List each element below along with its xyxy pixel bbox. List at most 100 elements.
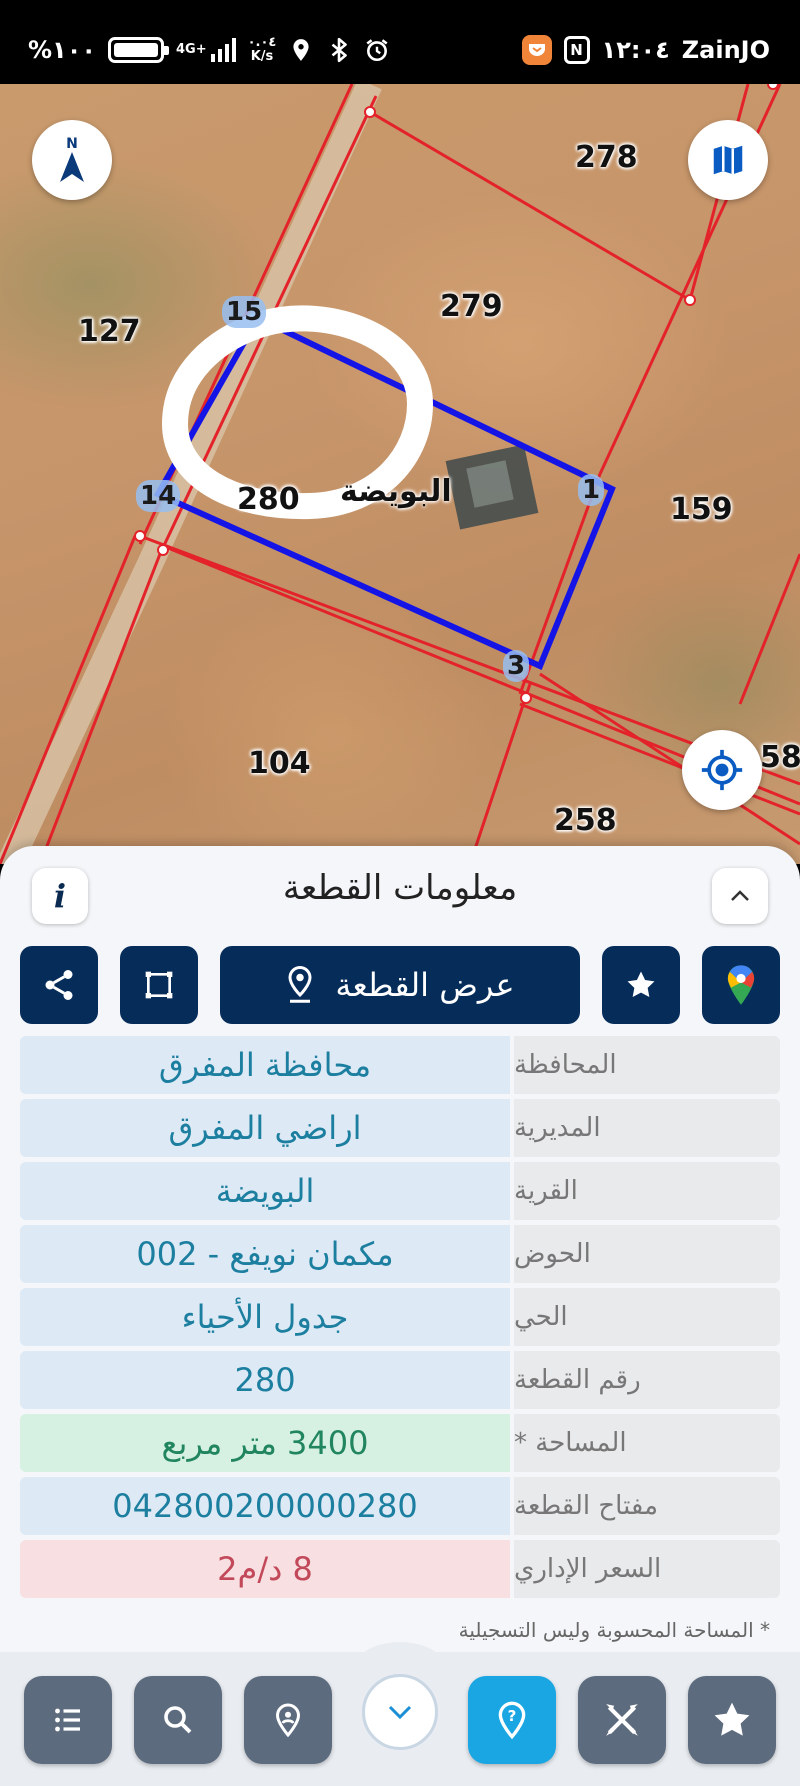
row-label: الحوض bbox=[514, 1225, 780, 1283]
help-button[interactable]: ? bbox=[468, 1676, 556, 1764]
row-value: 042800200000280 bbox=[20, 1477, 510, 1535]
pin-search-icon bbox=[275, 1703, 301, 1738]
battery-icon bbox=[108, 37, 169, 63]
action-row: عرض القطعة bbox=[0, 946, 800, 1026]
parcel-number[interactable]: 278 bbox=[575, 140, 638, 175]
vertex-label: 14 bbox=[136, 480, 181, 512]
row-label: المساحة * bbox=[514, 1414, 780, 1472]
info-row-parcel-number: 280 رقم القطعة bbox=[20, 1351, 780, 1409]
panel-header: i معلومات القطعة bbox=[0, 846, 800, 936]
collapse-button[interactable] bbox=[712, 868, 768, 924]
row-value: 8 د/م2 bbox=[20, 1540, 510, 1598]
parcel-number[interactable]: 258 bbox=[554, 803, 617, 838]
map-layers-button[interactable] bbox=[688, 120, 768, 200]
parcel-info-table: محافظة المفرق المحافظة اراضي المفرق المد… bbox=[20, 1036, 780, 1603]
vertex-label: 3 bbox=[503, 650, 530, 682]
battery-percent: %١٠٠ bbox=[28, 36, 96, 64]
village-label: البويضة bbox=[340, 474, 452, 509]
status-right: N ١٢:٠٤ ZainJO bbox=[521, 30, 770, 70]
clock: ١٢:٠٤ bbox=[601, 36, 670, 64]
my-location-icon bbox=[701, 749, 743, 791]
parcel-number[interactable]: 159 bbox=[670, 492, 733, 527]
parcel-number[interactable]: 279 bbox=[440, 289, 503, 324]
info-row-governorate: محافظة المفرق المحافظة bbox=[20, 1036, 780, 1094]
expand-button[interactable] bbox=[362, 1674, 438, 1750]
map-view[interactable]: 278 279 127 280 159 104 258 58 البويضة 1… bbox=[0, 84, 800, 864]
tools-button[interactable] bbox=[578, 1676, 666, 1764]
status-left: %١٠٠ 4G+ ٠.٠٤ K/s bbox=[28, 30, 390, 70]
area-footnote: * المساحة المحسوبة وليس التسجيلية bbox=[458, 1618, 770, 1642]
location-icon bbox=[293, 39, 309, 61]
info-row-directorate: اراضي المفرق المديرية bbox=[20, 1099, 780, 1157]
info-row-admin-price: 8 د/م2 السعر الإداري bbox=[20, 1540, 780, 1598]
row-label: مفتاح القطعة bbox=[514, 1477, 780, 1535]
parcel-number[interactable]: 127 bbox=[78, 314, 141, 349]
pin-search-button[interactable] bbox=[244, 1676, 332, 1764]
info-row-village: البويضة القرية bbox=[20, 1162, 780, 1220]
row-value: اراضي المفرق bbox=[20, 1099, 510, 1157]
speed-value: ٠.٠٤ bbox=[247, 35, 277, 50]
chevron-up-icon bbox=[731, 890, 749, 901]
row-value: محافظة المفرق bbox=[20, 1036, 510, 1094]
svg-text:?: ? bbox=[508, 1707, 517, 1725]
show-parcel-label: عرض القطعة bbox=[335, 966, 515, 1004]
row-label: السعر الإداري bbox=[514, 1540, 780, 1598]
svg-text:N: N bbox=[66, 136, 78, 152]
vertex-label: 1 bbox=[578, 474, 605, 506]
favorite-button[interactable] bbox=[602, 946, 680, 1024]
status-bar: %١٠٠ 4G+ ٠.٠٤ K/s N ١٢:٠٤ ZainJO bbox=[0, 0, 800, 84]
my-location-button[interactable] bbox=[682, 730, 762, 810]
star-icon bbox=[714, 1702, 750, 1736]
polygon-icon bbox=[145, 971, 173, 999]
search-button[interactable] bbox=[134, 1676, 222, 1764]
row-value: البويضة bbox=[20, 1162, 510, 1220]
carrier-name: ZainJO bbox=[681, 36, 770, 64]
list-button[interactable] bbox=[24, 1676, 112, 1764]
app-badge-icon bbox=[521, 35, 552, 65]
location-pin-icon bbox=[288, 966, 312, 1003]
nfc-icon: N bbox=[563, 36, 590, 64]
tools-icon bbox=[606, 1704, 638, 1736]
bottom-nav: ? bbox=[0, 1642, 800, 1786]
search-icon bbox=[164, 1706, 192, 1734]
row-label: المديرية bbox=[514, 1099, 780, 1157]
info-row-basin: مكمان نويفع - 002 الحوض bbox=[20, 1225, 780, 1283]
network-speed: ٠.٠٤ K/s bbox=[248, 36, 277, 64]
panel-title: معلومات القطعة bbox=[282, 868, 518, 908]
share-icon bbox=[45, 970, 73, 1000]
parcel-number[interactable]: 280 bbox=[237, 482, 300, 517]
share-button[interactable] bbox=[20, 946, 98, 1024]
parcel-info-panel: i معلومات القطعة عرض القطعة محافظة المفر… bbox=[0, 846, 800, 1656]
row-label: رقم القطعة bbox=[514, 1351, 780, 1409]
battery-fill bbox=[114, 43, 158, 57]
vertex-label: 15 bbox=[222, 296, 267, 328]
network-indicator: 4G+ bbox=[176, 38, 236, 62]
building bbox=[445, 444, 539, 530]
google-maps-button[interactable] bbox=[702, 946, 780, 1024]
parcel-number[interactable]: 104 bbox=[248, 746, 311, 781]
row-value: مكمان نويفع - 002 bbox=[20, 1225, 510, 1283]
parcel-number[interactable]: 58 bbox=[760, 740, 800, 775]
compass-north-icon: N bbox=[60, 136, 84, 182]
favorites-button[interactable] bbox=[688, 1676, 776, 1764]
alarm-icon bbox=[366, 39, 388, 62]
info-row-district: جدول الأحياء الحي bbox=[20, 1288, 780, 1346]
star-icon bbox=[627, 971, 655, 998]
row-value: 3400 متر مربع bbox=[20, 1414, 510, 1472]
info-row-parcel-key: 042800200000280 مفتاح القطعة bbox=[20, 1477, 780, 1535]
speed-unit: K/s bbox=[250, 49, 274, 64]
row-value: 280 bbox=[20, 1351, 510, 1409]
network-type: 4G+ bbox=[176, 42, 207, 57]
row-value: جدول الأحياء bbox=[20, 1288, 510, 1346]
compass-button[interactable]: N bbox=[32, 120, 112, 200]
show-parcel-button[interactable]: عرض القطعة bbox=[220, 946, 580, 1024]
info-row-area: 3400 متر مربع المساحة * bbox=[20, 1414, 780, 1472]
map-layers-icon bbox=[713, 145, 743, 175]
chevron-down-icon bbox=[388, 1705, 412, 1720]
row-label: الحي bbox=[514, 1288, 780, 1346]
list-icon bbox=[55, 1708, 80, 1732]
signal-icon bbox=[210, 38, 236, 62]
polygon-button[interactable] bbox=[120, 946, 198, 1024]
google-maps-icon bbox=[727, 965, 755, 1005]
help-icon: ? bbox=[498, 1701, 526, 1740]
